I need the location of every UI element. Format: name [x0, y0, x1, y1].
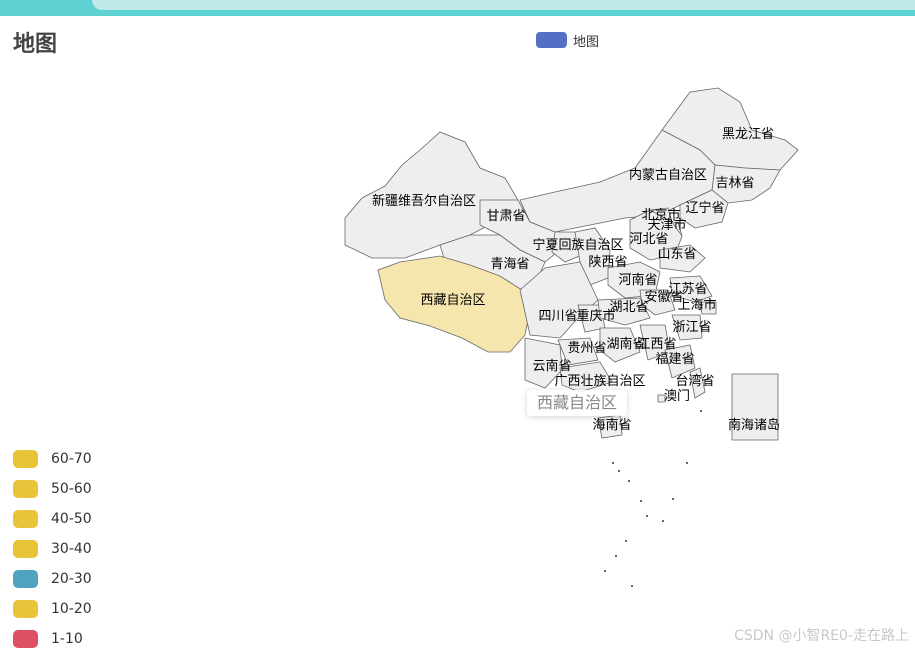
- region-label: 河南省: [618, 272, 657, 288]
- china-map[interactable]: 黑龙江省吉林省内蒙古自治区辽宁省新疆维吾尔自治区甘肃省 北京市天津市宁夏回族自治区…: [0, 0, 915, 651]
- visual-map-swatch: [13, 510, 38, 528]
- visual-map-swatch: [13, 600, 38, 618]
- island-dot: [618, 470, 620, 472]
- visual-map-piece[interactable]: 20-30: [13, 564, 92, 594]
- region-label: 上海市: [677, 297, 716, 313]
- visual-map-label: 10-20: [51, 601, 92, 617]
- region-label: 澳门: [664, 388, 690, 404]
- island-dot: [646, 515, 648, 517]
- map-tooltip: 西藏自治区: [527, 390, 628, 416]
- visual-map-swatch: [13, 480, 38, 498]
- region-label: 新疆维吾尔自治区: [372, 193, 476, 209]
- region-label: 黑龙江省: [722, 127, 774, 142]
- region-label: 青海省: [490, 257, 529, 272]
- region-label: 辽宁省: [685, 200, 724, 216]
- region-label: 贵州省: [567, 341, 606, 356]
- visual-map-label: 30-40: [51, 541, 92, 557]
- region-label: 西藏自治区: [420, 293, 485, 308]
- region-label: 宁夏回族自治区: [532, 237, 623, 253]
- region-label: 云南省: [532, 358, 571, 374]
- visual-map-label: 50-60: [51, 481, 92, 497]
- visual-map-label: 60-70: [51, 451, 92, 467]
- region-label: 河北省: [629, 232, 668, 247]
- island-dot: [628, 480, 630, 482]
- region-label: 甘肃省: [486, 209, 525, 224]
- visual-map-piece[interactable]: 60-70: [13, 444, 92, 474]
- visual-map-piece[interactable]: 40-50: [13, 504, 92, 534]
- region-label: 四川省: [538, 309, 577, 324]
- island-dot: [612, 462, 614, 464]
- visual-map-label: 40-50: [51, 511, 92, 527]
- visual-map-swatch: [13, 450, 38, 468]
- region-label: 台湾省: [675, 373, 714, 389]
- region-label: 福建省: [655, 352, 694, 367]
- region-label: 海南省: [592, 417, 631, 433]
- island-dot: [700, 410, 702, 412]
- region-label: 江西省: [637, 337, 676, 352]
- region-label: 吉林省: [715, 176, 754, 191]
- island-dot: [662, 520, 664, 522]
- island-dot: [686, 462, 688, 464]
- region-label: 天津市: [647, 217, 686, 233]
- visual-map-piece[interactable]: 10-20: [13, 594, 92, 624]
- visual-map-legend: 60-70 50-60 40-50 30-40 20-30 10-20 1-10: [13, 444, 92, 654]
- visual-map-swatch: [13, 630, 38, 648]
- visual-map-swatch: [13, 540, 38, 558]
- visual-map-swatch: [13, 570, 38, 588]
- island-dot: [672, 498, 674, 500]
- region-label: 浙江省: [672, 320, 711, 335]
- island-dot: [604, 570, 606, 572]
- island-dot: [615, 555, 617, 557]
- region-label: 内蒙古自治区: [629, 167, 707, 183]
- region-label: 湖北省: [609, 300, 648, 315]
- island-dot: [631, 585, 633, 587]
- visual-map-piece[interactable]: 1-10: [13, 624, 92, 654]
- island-dot: [625, 540, 627, 542]
- region-label: 山东省: [657, 247, 696, 262]
- region-label: 陕西省: [588, 255, 627, 270]
- visual-map-label: 1-10: [51, 631, 83, 647]
- visual-map-piece[interactable]: 50-60: [13, 474, 92, 504]
- region-label: 广西壮族自治区: [554, 373, 645, 389]
- map-shapes: [344, 87, 799, 587]
- visual-map-piece[interactable]: 30-40: [13, 534, 92, 564]
- visual-map-label: 20-30: [51, 571, 92, 587]
- watermark: CSDN @小智RE0-走在路上: [734, 628, 909, 644]
- island-dot: [640, 500, 642, 502]
- region-label: 南海诸岛: [728, 417, 780, 433]
